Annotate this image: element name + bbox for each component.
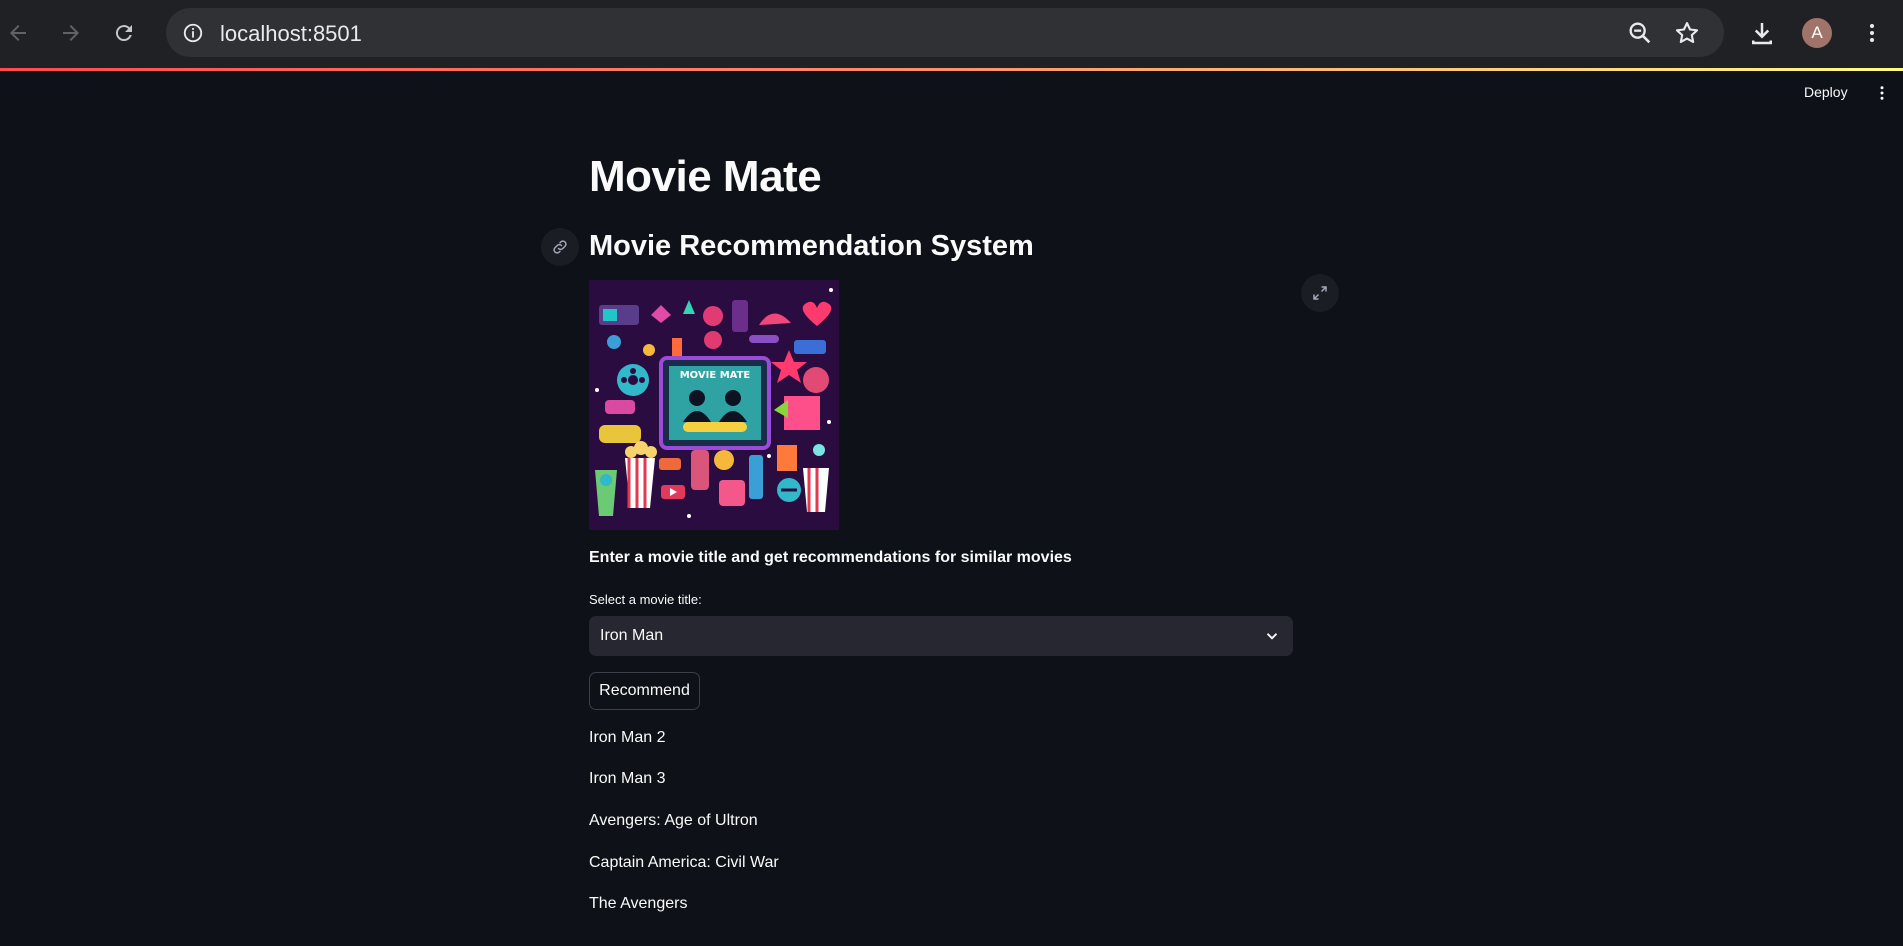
bookmark-star-icon[interactable] (1673, 19, 1701, 47)
poster-title: MOVIE MATE (680, 370, 751, 381)
recommendation-item: The Avengers (589, 895, 688, 912)
zoom-icon[interactable] (1626, 19, 1654, 47)
browser-toolbar: localhost:8501 A (0, 0, 1903, 68)
download-icon[interactable] (1747, 18, 1777, 48)
forward-icon[interactable] (55, 17, 87, 49)
movie-select[interactable]: Iron Man (589, 616, 1293, 656)
recommendation-item: Iron Man 3 (589, 770, 666, 787)
fullscreen-expand-icon[interactable] (1301, 274, 1339, 312)
intro-text: Enter a movie title and get recommendati… (589, 549, 1072, 566)
deploy-button[interactable]: Deploy (1800, 82, 1852, 102)
recommend-button[interactable]: Recommend (589, 672, 700, 710)
browser-menu-icon[interactable] (1857, 18, 1887, 48)
app-header-decoration (0, 68, 1903, 71)
back-icon[interactable] (2, 17, 34, 49)
movie-select-label: Select a movie title: (589, 592, 702, 607)
reload-icon[interactable] (108, 17, 140, 49)
recommendation-item: Captain America: Civil War (589, 854, 779, 871)
link-anchor-icon[interactable] (541, 228, 579, 266)
movie-mate-poster: MOVIE MATE (589, 280, 839, 530)
chevron-down-icon[interactable] (1263, 627, 1281, 645)
url-text[interactable]: localhost:8501 (220, 21, 362, 47)
recommendation-item: Avengers: Age of Ultron (589, 812, 758, 829)
address-bar[interactable]: localhost:8501 (166, 8, 1724, 57)
site-info-icon[interactable] (178, 18, 208, 48)
movie-select-value[interactable]: Iron Man (600, 627, 663, 645)
page-subtitle: Movie Recommendation System (589, 230, 1034, 262)
app-menu-icon[interactable] (1874, 82, 1890, 104)
profile-avatar[interactable]: A (1802, 18, 1832, 48)
page-title: Movie Mate (589, 152, 822, 201)
recommendation-item: Iron Man 2 (589, 729, 666, 746)
